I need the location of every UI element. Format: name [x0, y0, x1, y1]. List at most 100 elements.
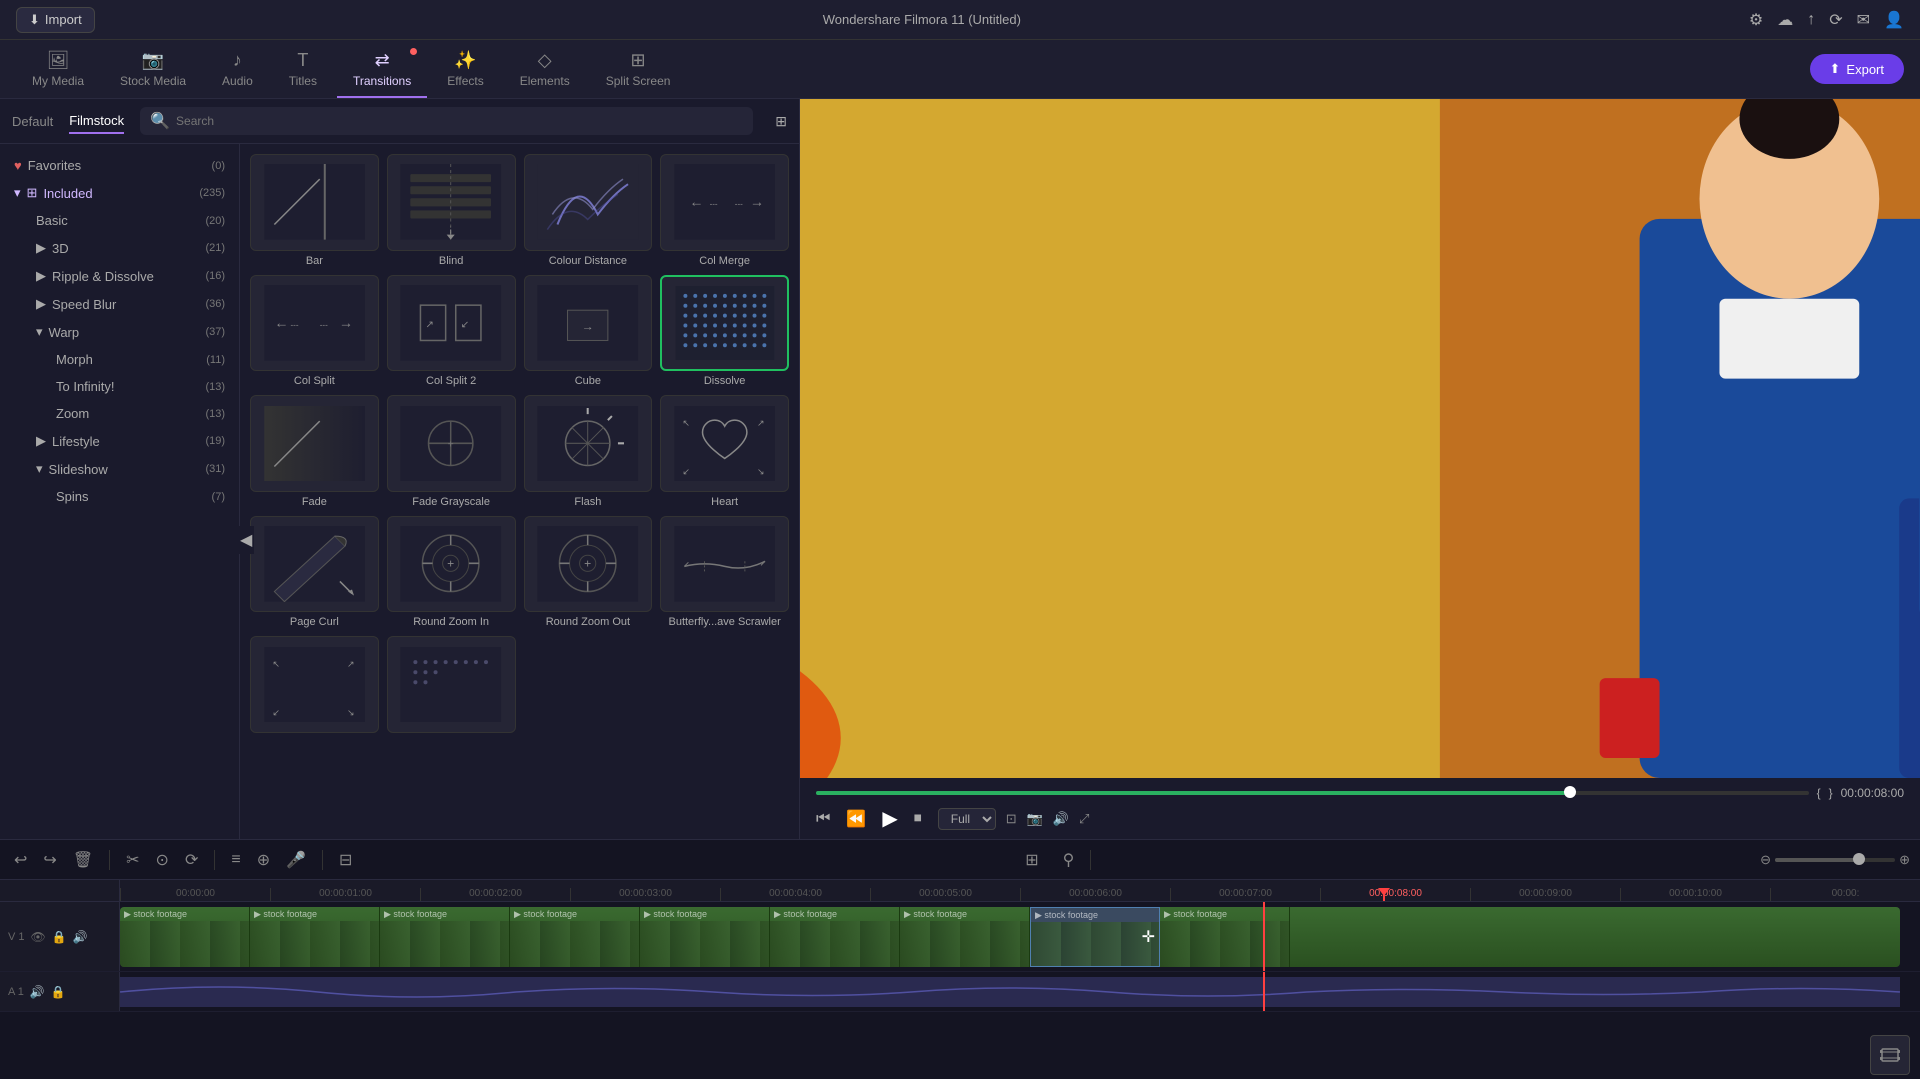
tab-transitions[interactable]: ⇄ Transitions: [337, 46, 427, 98]
progress-handle[interactable]: [1564, 786, 1576, 798]
transition-butterfly[interactable]: Butterfly...ave Scrawler: [660, 516, 789, 629]
sidebar-item-favorites[interactable]: ♥ Favorites (0): [0, 152, 239, 179]
color-button[interactable]: ⊕: [253, 848, 274, 872]
track-mute-a1[interactable]: 🔊: [30, 985, 45, 999]
zoom-handle[interactable]: [1853, 853, 1865, 865]
search-input[interactable]: [176, 114, 743, 128]
bottom-right: [1870, 1035, 1910, 1075]
tab-split-screen[interactable]: ⊞ Split Screen: [590, 46, 687, 98]
video-clip-8[interactable]: ▶ stock footage ✛: [1030, 907, 1160, 967]
track-eye-v1[interactable]: 👁: [31, 930, 46, 944]
sidebar-item-zoom[interactable]: Zoom (13): [0, 400, 239, 427]
video-clip-2[interactable]: ▶ stock footage: [250, 907, 380, 967]
video-clip-9[interactable]: ▶ stock footage: [1160, 907, 1290, 967]
tab-stock-media[interactable]: 📷 Stock Media: [104, 46, 202, 98]
transition-colour-distance[interactable]: Colour Distance: [524, 154, 653, 267]
cloud-icon[interactable]: ☁: [1777, 10, 1793, 30]
video-clip-6[interactable]: ▶ stock footage: [770, 907, 900, 967]
zoom-track[interactable]: [1775, 858, 1895, 862]
sidebar-item-warp[interactable]: ▾ Warp (37): [0, 318, 239, 346]
transition-col-merge[interactable]: ← --- --- → Col Merge: [660, 154, 789, 267]
video-clip-3[interactable]: ▶ stock footage: [380, 907, 510, 967]
tab-titles[interactable]: T Titles: [273, 46, 333, 98]
sidebar-item-spins[interactable]: Spins (7): [0, 483, 239, 510]
transition-blind-label: Blind: [439, 255, 463, 267]
sidebar-item-slideshow[interactable]: ▾ Slideshow (31): [0, 455, 239, 483]
sidebar-item-speed-blur[interactable]: ▶ Speed Blur (36): [0, 290, 239, 318]
transition-page-curl[interactable]: Page Curl: [250, 516, 379, 629]
undo-button[interactable]: ↩: [10, 848, 31, 872]
cursor-cross: ✛: [1142, 927, 1155, 947]
transition-flash[interactable]: Flash: [524, 395, 653, 508]
tab-default[interactable]: Default: [12, 110, 53, 133]
refresh-icon[interactable]: ⟳: [1829, 10, 1842, 30]
quality-select[interactable]: Full 1/2 1/4: [938, 808, 996, 830]
video-clip-5[interactable]: ▶ stock footage: [640, 907, 770, 967]
transition-dissolve[interactable]: Dissolve: [660, 275, 789, 388]
tab-audio[interactable]: ♪ Audio: [206, 46, 269, 98]
camera-icon[interactable]: 📷: [1027, 811, 1043, 827]
transition-extra-1[interactable]: ↖ ↗ ↙ ↘: [250, 636, 379, 737]
tab-my-media[interactable]: 🖼 My Media: [16, 46, 100, 98]
stop-button[interactable]: ⏹: [914, 810, 922, 828]
settings-icon[interactable]: ⚙: [1749, 10, 1763, 30]
step-back-button[interactable]: ⏮: [816, 810, 830, 828]
sidebar-item-lifestyle[interactable]: ▶ Lifestyle (19): [0, 427, 239, 455]
play-button[interactable]: ▶: [882, 806, 897, 831]
import-button[interactable]: ⬇ Import: [16, 7, 95, 33]
track-audio-v1[interactable]: 🔊: [73, 930, 88, 944]
sidebar-item-to-infinity[interactable]: To Infinity! (13): [0, 373, 239, 400]
sidebar-item-morph[interactable]: Morph (11): [0, 346, 239, 373]
mask-button[interactable]: ⊙: [152, 848, 173, 872]
account-icon[interactable]: 👤: [1884, 10, 1904, 30]
sidebar-item-3d[interactable]: ▶ 3D (21): [0, 234, 239, 262]
message-icon[interactable]: ✉: [1857, 10, 1870, 30]
audio-button[interactable]: 🎤: [282, 848, 310, 872]
top-bar: ⬇ Import Wondershare Filmora 11 (Untitle…: [0, 0, 1920, 40]
transition-fade-grayscale[interactable]: + Fade Grayscale: [387, 395, 516, 508]
zoom-out-icon[interactable]: ⊖: [1760, 852, 1771, 868]
video-clip-4[interactable]: ▶ stock footage: [510, 907, 640, 967]
tab-filmstock[interactable]: Filmstock: [69, 109, 124, 134]
transition-bar[interactable]: Bar: [250, 154, 379, 267]
progress-bar[interactable]: [816, 791, 1809, 795]
transition-round-zoom-out[interactable]: + Round Zoom Out: [524, 516, 653, 629]
grid-nav-arrow[interactable]: ◀: [238, 526, 254, 554]
transition-fade[interactable]: Fade: [250, 395, 379, 508]
export-button[interactable]: ⬆ Export: [1810, 54, 1904, 84]
sidebar-item-basic[interactable]: Basic (20): [0, 207, 239, 234]
upgrade-icon[interactable]: ↑: [1807, 11, 1815, 29]
transition-round-zoom-in[interactable]: + Round Zoom In: [387, 516, 516, 629]
trash-button[interactable]: 🗑: [69, 848, 97, 872]
audio-clip-a1[interactable]: [120, 977, 1900, 1007]
video-clip-7[interactable]: ▶ stock footage: [900, 907, 1030, 967]
magnet-button[interactable]: ⚲: [1059, 848, 1079, 872]
add-track-button[interactable]: ⊞: [1021, 848, 1042, 872]
speed-button[interactable]: ≡: [227, 849, 244, 871]
tab-effects[interactable]: ✨ Effects: [431, 46, 499, 98]
grid-view-icon[interactable]: ⊞: [775, 113, 787, 130]
caption-button[interactable]: ⊟: [335, 848, 356, 872]
frame-back-button[interactable]: ⏪: [846, 809, 866, 829]
track-lock-a1[interactable]: 🔒: [51, 985, 66, 999]
transition-col-split-2[interactable]: ↗ ↙ Col Split 2: [387, 275, 516, 388]
zoom-in-icon[interactable]: ⊕: [1899, 852, 1910, 868]
volume-icon[interactable]: 🔊: [1053, 811, 1069, 827]
redo-button[interactable]: ↪: [39, 848, 60, 872]
transition-blind[interactable]: ⋮ Blind: [387, 154, 516, 267]
filmstrip-icon-btn[interactable]: [1870, 1035, 1910, 1075]
transition-cube[interactable]: → Cube: [524, 275, 653, 388]
transition-col-split[interactable]: ← --- --- → Col Split: [250, 275, 379, 388]
crop-icon[interactable]: ⊡: [1006, 811, 1017, 827]
track-lock-v1[interactable]: 🔒: [52, 930, 67, 944]
tab-elements[interactable]: ◇ Elements: [504, 46, 586, 98]
sidebar-item-included[interactable]: ▾ ⊞ Included (235): [0, 179, 239, 207]
crop-button[interactable]: ⟳: [181, 848, 202, 872]
fullscreen-icon[interactable]: ⤢: [1079, 811, 1089, 827]
cut-button[interactable]: ✂: [122, 848, 143, 872]
sidebar-item-ripple[interactable]: ▶ Ripple & Dissolve (16): [0, 262, 239, 290]
playhead[interactable]: [1383, 888, 1385, 901]
video-clip-1[interactable]: ▶ stock footage: [120, 907, 250, 967]
transition-heart[interactable]: ↖ ↗ ↙ ↘ Heart: [660, 395, 789, 508]
transition-extra-2[interactable]: [387, 636, 516, 737]
